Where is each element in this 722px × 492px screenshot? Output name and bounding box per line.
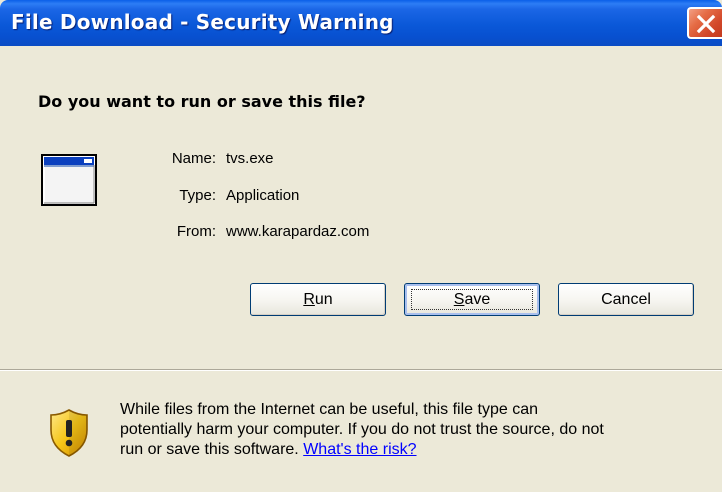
- divider-highlight: [0, 370, 722, 371]
- whats-the-risk-link[interactable]: What's the risk?: [303, 441, 416, 458]
- type-label: Type:: [179, 187, 216, 204]
- warning-line-3-text: run or save this software.: [120, 441, 299, 458]
- cancel-button-label: Cancel: [601, 290, 651, 308]
- cancel-button[interactable]: Cancel: [558, 283, 694, 316]
- title-bar[interactable]: File Download - Security Warning: [0, 0, 722, 46]
- warning-line-3: run or save this software. What's the ri…: [120, 440, 710, 460]
- name-value: tvs.exe: [226, 150, 274, 167]
- security-warning-text: While files from the Internet can be use…: [120, 400, 710, 460]
- close-icon: [696, 14, 716, 34]
- from-label: From:: [176, 223, 216, 240]
- warning-line-2: potentially harm your computer. If you d…: [120, 421, 604, 438]
- close-button[interactable]: [687, 7, 722, 39]
- window-title: File Download - Security Warning: [11, 10, 394, 34]
- name-label: Name:: [171, 150, 216, 167]
- warning-line-1: While files from the Internet can be use…: [120, 401, 538, 418]
- type-value: Application: [226, 187, 300, 204]
- dialog-question: Do you want to run or save this file?: [38, 92, 366, 111]
- security-shield-icon: [50, 409, 88, 457]
- from-value: www.karapardaz.com: [226, 223, 370, 240]
- save-button[interactable]: Save: [404, 283, 540, 316]
- file-download-dialog: File Download - Security Warning Do you …: [0, 0, 722, 492]
- run-button-label: Run: [303, 290, 333, 308]
- focus-ring: [411, 289, 533, 310]
- run-button[interactable]: Run: [250, 283, 386, 316]
